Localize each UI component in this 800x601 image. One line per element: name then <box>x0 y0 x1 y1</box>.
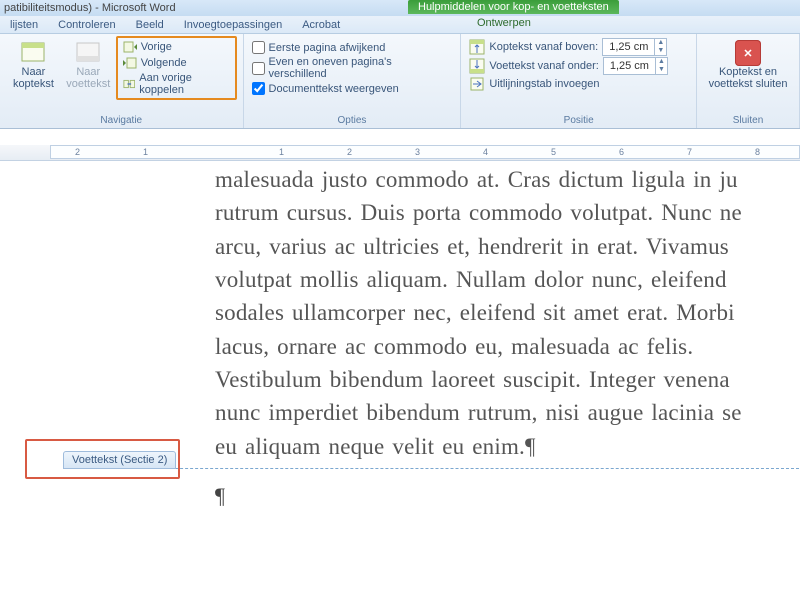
koppelen-icon <box>123 77 136 91</box>
documenttekst-check[interactable] <box>252 82 265 95</box>
voettekst-onder-icon <box>469 58 485 74</box>
ribbon: Naar koptekst Naar voettekst Vorige Volg… <box>0 34 800 129</box>
window-title: patibiliteitsmodus) - Microsoft Word <box>4 2 176 14</box>
ruler-mark: 4 <box>483 147 488 157</box>
koptekst-boven-value: 1,25 cm <box>603 41 654 53</box>
tab-ontwerpen[interactable]: Ontwerpen <box>469 16 539 31</box>
footer-separator <box>110 468 800 469</box>
contextual-tab-title: Hulpmiddelen voor kop- en voetteksten <box>408 0 619 14</box>
navigatie-highlight: Vorige Volgende Aan vorige koppelen <box>116 36 237 100</box>
ruler-mark: 1 <box>279 147 284 157</box>
sluiten-button[interactable]: ✕ Koptekst en voettekst sluiten <box>703 36 793 90</box>
ruler-mark: 5 <box>551 147 556 157</box>
group-navigatie: Naar koptekst Naar voettekst Vorige Volg… <box>0 34 244 128</box>
ruler-mark: 2 <box>75 147 80 157</box>
ruler-mark: 1 <box>143 147 148 157</box>
uitlijningstab-icon <box>469 76 485 92</box>
text-cursor: ¶ <box>215 483 225 509</box>
eerste-pagina-check[interactable] <box>252 41 265 54</box>
documenttekst-checkbox[interactable]: Documenttekst weergeven <box>250 81 455 96</box>
voettekst-onder-value: 1,25 cm <box>604 60 655 72</box>
uitlijningstab-label: Uitlijningstab invoegen <box>489 78 599 90</box>
ribbon-tabs: lijsten Controleren Beeld Invoegtoepassi… <box>0 16 800 34</box>
koptekst-boven-icon <box>469 39 485 55</box>
group-sluiten: ✕ Koptekst en voettekst sluiten Sluiten <box>697 34 800 128</box>
naar-koptekst-label: Naar koptekst <box>13 66 54 90</box>
voettekst-onder-label: Voettekst vanaf onder: <box>489 60 598 72</box>
even-oneven-label: Even en oneven pagina's verschillend <box>269 56 453 80</box>
voettekst-onder-row: Voettekst vanaf onder: 1,25 cm ▲▼ <box>467 57 690 75</box>
koptekst-icon <box>19 40 47 64</box>
koptekst-boven-spinner[interactable]: 1,25 cm ▲▼ <box>602 38 667 56</box>
eerste-pagina-checkbox[interactable]: Eerste pagina afwijkend <box>250 40 455 55</box>
document-area: 2 1 1 2 3 4 5 6 7 8 malesuada justo comm… <box>0 145 800 600</box>
tab-invoegtoepassingen[interactable]: Invoegtoepassingen <box>180 18 286 33</box>
voettekst-onder-spinner[interactable]: 1,25 cm ▲▼ <box>603 57 668 75</box>
group-opties: Eerste pagina afwijkend Even en oneven p… <box>244 34 462 128</box>
naar-koptekst-button[interactable]: Naar koptekst <box>6 36 61 100</box>
group-positie-label: Positie <box>467 115 690 128</box>
ruler-mark: 8 <box>755 147 760 157</box>
group-positie: Koptekst vanaf boven: 1,25 cm ▲▼ Voettek… <box>461 34 697 128</box>
aan-vorige-koppelen-label: Aan vorige koppelen <box>139 72 229 96</box>
group-navigatie-label: Navigatie <box>6 115 237 128</box>
naar-voettekst-label: Naar voettekst <box>66 66 110 90</box>
group-sluiten-label: Sluiten <box>703 115 793 128</box>
document-body-text: malesuada justo commodo at. Cras dictum … <box>215 163 800 463</box>
sluiten-label: Koptekst en voettekst sluiten <box>709 66 788 90</box>
even-oneven-check[interactable] <box>252 62 265 75</box>
aan-vorige-koppelen-button[interactable]: Aan vorige koppelen <box>120 71 233 97</box>
tab-controleren[interactable]: Controleren <box>54 18 119 33</box>
uitlijningstab-button[interactable]: Uitlijningstab invoegen <box>467 76 690 92</box>
spinner-arrows[interactable]: ▲▼ <box>654 39 666 55</box>
horizontal-ruler[interactable]: 2 1 1 2 3 4 5 6 7 8 <box>0 145 800 161</box>
koptekst-boven-label: Koptekst vanaf boven: <box>489 41 598 53</box>
volgende-icon <box>123 56 137 70</box>
even-oneven-checkbox[interactable]: Even en oneven pagina's verschillend <box>250 55 455 81</box>
vorige-label: Vorige <box>141 41 172 53</box>
tab-beeld[interactable]: Beeld <box>132 18 168 33</box>
koptekst-boven-row: Koptekst vanaf boven: 1,25 cm ▲▼ <box>467 38 690 56</box>
documenttekst-label: Documenttekst weergeven <box>269 83 399 95</box>
ruler-mark: 7 <box>687 147 692 157</box>
tab-acrobat[interactable]: Acrobat <box>298 18 344 33</box>
close-icon: ✕ <box>735 40 761 66</box>
vorige-button[interactable]: Vorige <box>120 39 233 55</box>
window-titlebar: patibiliteitsmodus) - Microsoft Word <box>0 0 800 16</box>
ruler-mark: 6 <box>619 147 624 157</box>
naar-voettekst-button: Naar voettekst <box>61 36 116 100</box>
eerste-pagina-label: Eerste pagina afwijkend <box>269 42 386 54</box>
vorige-icon <box>123 40 137 54</box>
volgende-label: Volgende <box>141 57 187 69</box>
page[interactable]: malesuada justo commodo at. Cras dictum … <box>50 161 800 601</box>
annotation-highlight-box <box>25 439 180 479</box>
ruler-mark: 2 <box>347 147 352 157</box>
volgende-button[interactable]: Volgende <box>120 55 233 71</box>
voettekst-icon <box>74 40 102 64</box>
group-opties-label: Opties <box>250 115 455 128</box>
spinner-arrows[interactable]: ▲▼ <box>655 58 667 74</box>
tab-lijsten[interactable]: lijsten <box>6 18 42 33</box>
ruler-mark: 3 <box>415 147 420 157</box>
